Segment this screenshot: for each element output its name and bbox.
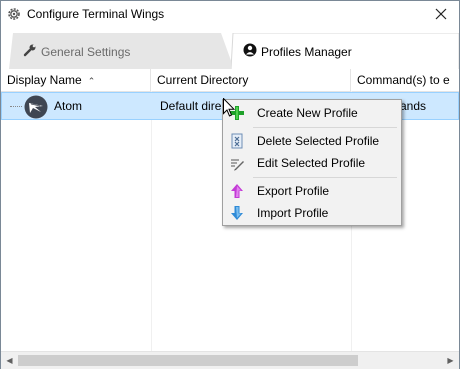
tab-profiles-manager[interactable]: Profiles Manager xyxy=(231,33,459,69)
column-label: Display Name xyxy=(7,73,82,87)
tab-general-label: General Settings xyxy=(41,44,131,59)
column-label: Current Directory xyxy=(157,73,249,87)
mouse-cursor-icon xyxy=(223,98,235,117)
gear-icon xyxy=(7,7,21,21)
tab-profiles-label: Profiles Manager xyxy=(261,44,352,59)
column-header-current-directory[interactable]: Current Directory xyxy=(151,69,351,91)
scroll-right-arrow-icon[interactable]: ▶ xyxy=(442,352,459,369)
menu-item-import-profile[interactable]: Import Profile xyxy=(225,202,399,224)
context-menu: Create New Profile Delete Selected Profi… xyxy=(222,99,402,226)
atom-logo-icon xyxy=(24,95,48,119)
cell-directory: Default dire xyxy=(160,99,222,113)
wrench-icon xyxy=(23,43,37,60)
column-header-commands[interactable]: Command(s) to e xyxy=(351,69,459,91)
menu-item-edit-profile[interactable]: Edit Selected Profile xyxy=(225,152,399,174)
grid-header: Display Name ⌃ Current Directory Command(… xyxy=(1,69,459,92)
user-circle-icon xyxy=(243,43,257,60)
cell-display-name: Atom xyxy=(2,93,152,119)
menu-item-delete-profile[interactable]: Delete Selected Profile xyxy=(225,130,399,152)
window-title: Configure Terminal Wings xyxy=(27,7,165,21)
column-label: Command(s) to e xyxy=(357,73,450,87)
menu-item-label: Export Profile xyxy=(257,184,330,198)
menu-item-create-profile[interactable]: Create New Profile xyxy=(225,102,399,124)
sort-ascending-icon: ⌃ xyxy=(87,76,96,86)
import-arrow-icon xyxy=(229,205,245,221)
delete-file-icon xyxy=(229,133,245,149)
close-icon xyxy=(435,8,447,20)
profile-name: Atom xyxy=(54,99,83,113)
menu-item-label: Edit Selected Profile xyxy=(257,156,366,170)
tree-connector xyxy=(10,106,22,107)
edit-pencil-icon xyxy=(229,155,245,171)
menu-item-label: Import Profile xyxy=(257,206,329,220)
horizontal-scrollbar[interactable]: ◀ ▶ xyxy=(1,351,459,369)
title-bar[interactable]: Configure Terminal Wings xyxy=(1,1,459,29)
menu-separator xyxy=(253,127,397,128)
menu-item-label: Create New Profile xyxy=(257,106,358,120)
tab-general-settings[interactable]: General Settings xyxy=(9,33,234,69)
menu-separator xyxy=(253,177,397,178)
tab-strip: General Settings Profiles Manager xyxy=(1,29,459,69)
menu-item-label: Delete Selected Profile xyxy=(257,134,380,148)
column-header-display-name[interactable]: Display Name ⌃ xyxy=(1,69,151,91)
close-button[interactable] xyxy=(429,3,453,25)
export-arrow-icon xyxy=(229,183,245,199)
scrollbar-thumb[interactable] xyxy=(18,355,358,366)
scroll-left-arrow-icon[interactable]: ◀ xyxy=(1,352,18,369)
menu-item-export-profile[interactable]: Export Profile xyxy=(225,180,399,202)
column-divider xyxy=(151,91,152,351)
